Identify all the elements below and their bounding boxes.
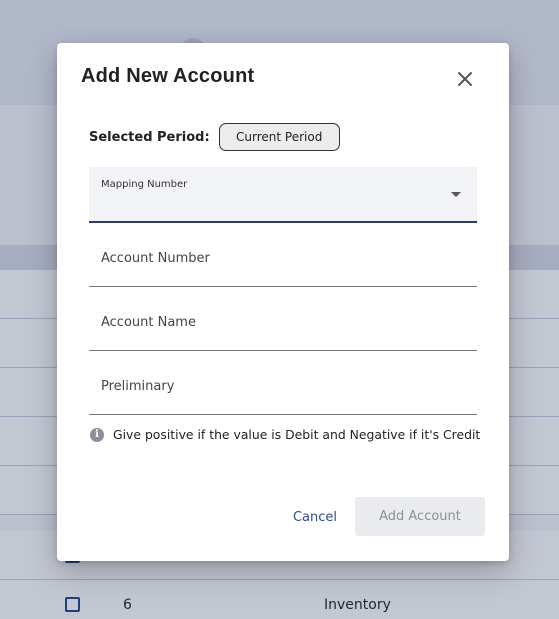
close-button[interactable] (453, 67, 477, 91)
dropdown-arrow-icon (451, 192, 461, 197)
preliminary-input[interactable] (89, 359, 477, 414)
close-icon (458, 72, 472, 86)
dialog-title: Add New Account (81, 65, 255, 87)
account-number-input[interactable] (89, 231, 477, 286)
account-number-field (89, 231, 477, 287)
sign-hint: i Give positive if the value is Debit an… (90, 427, 480, 442)
add-account-dialog: Add New Account Selected Period: Current… (57, 43, 509, 561)
mapping-number-select[interactable]: Mapping Number (89, 167, 477, 223)
sign-hint-text: Give positive if the value is Debit and … (113, 427, 481, 442)
account-name-input[interactable] (89, 295, 477, 350)
mapping-number-label: Mapping Number (101, 179, 188, 190)
current-period-chip[interactable]: Current Period (218, 123, 340, 151)
info-icon: i (90, 427, 104, 442)
add-account-button[interactable]: Add Account (355, 497, 485, 536)
account-name-field (89, 295, 477, 351)
cancel-button[interactable]: Cancel (280, 497, 350, 537)
selected-period-row: Selected Period: Current Period (89, 123, 340, 151)
preliminary-field (89, 359, 477, 415)
selected-period-label: Selected Period: (89, 129, 210, 145)
